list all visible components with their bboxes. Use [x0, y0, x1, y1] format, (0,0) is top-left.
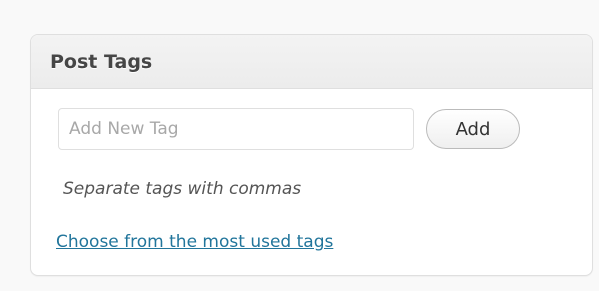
new-tag-input[interactable] — [58, 108, 414, 150]
metabox-header[interactable]: Post Tags — [31, 35, 592, 89]
add-tag-button[interactable]: Add — [426, 109, 520, 149]
post-tags-metabox: Post Tags Add Separate tags with commas … — [30, 34, 593, 276]
most-used-tags-link[interactable]: Choose from the most used tags — [56, 232, 333, 252]
tag-help-text: Separate tags with commas — [63, 179, 302, 199]
tag-input-row: Add — [58, 108, 520, 150]
metabox-title: Post Tags — [50, 50, 153, 73]
